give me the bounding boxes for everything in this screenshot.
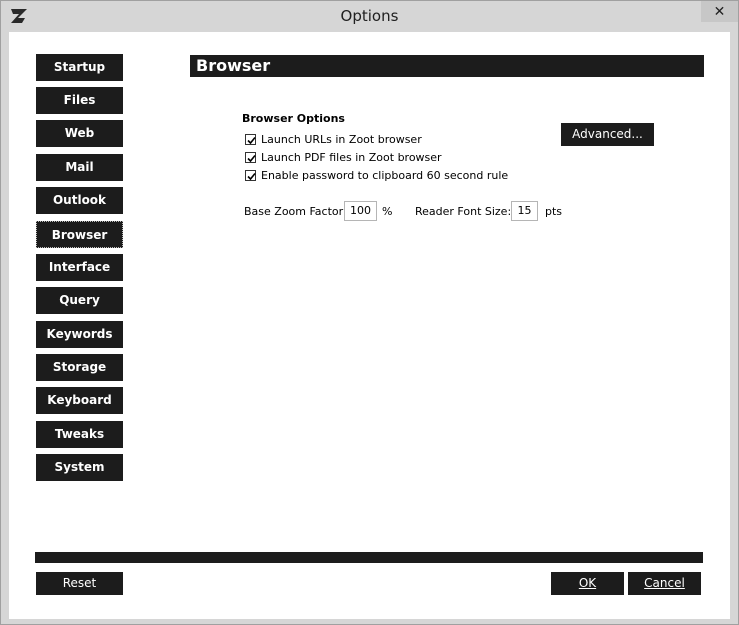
nav-keyboard-button[interactable]: Keyboard xyxy=(36,387,123,414)
client-area: Startup Files Web Mail Outlook Browser I… xyxy=(9,32,730,619)
font-size-input[interactable]: 15 xyxy=(511,201,538,221)
zoom-unit-label: % xyxy=(382,205,393,218)
font-unit-label: pts xyxy=(545,205,563,218)
password-clipboard-checkbox[interactable] xyxy=(245,170,256,181)
section-title: Browser xyxy=(190,55,704,77)
reset-button[interactable]: Reset xyxy=(36,572,123,595)
nav-browser-button[interactable]: Browser xyxy=(36,221,123,248)
zoom-factor-input[interactable]: 100 xyxy=(344,201,377,221)
password-clipboard-label: Enable password to clipboard 60 second r… xyxy=(261,169,509,182)
cancel-button[interactable]: Cancel xyxy=(628,572,701,595)
launch-urls-checkbox[interactable] xyxy=(245,134,256,145)
nav-system-button[interactable]: System xyxy=(36,454,123,481)
launch-pdf-label: Launch PDF files in Zoot browser xyxy=(261,151,442,164)
nav-interface-button[interactable]: Interface xyxy=(36,254,123,281)
nav-web-button[interactable]: Web xyxy=(36,120,123,147)
title-bar[interactable]: Options ✕ xyxy=(1,1,738,32)
nav-storage-button[interactable]: Storage xyxy=(36,354,123,381)
bottom-divider xyxy=(35,552,703,563)
launch-pdf-checkbox[interactable] xyxy=(245,152,256,163)
zoom-factor-label: Base Zoom Factor: xyxy=(244,205,347,218)
font-size-label: Reader Font Size: xyxy=(415,205,512,218)
window-title: Options xyxy=(340,7,399,25)
close-icon[interactable]: ✕ xyxy=(701,1,738,22)
nav-tweaks-button[interactable]: Tweaks xyxy=(36,421,123,448)
nav-outlook-button[interactable]: Outlook xyxy=(36,187,123,214)
nav-query-button[interactable]: Query xyxy=(36,287,123,314)
nav-files-button[interactable]: Files xyxy=(36,87,123,114)
nav-startup-button[interactable]: Startup xyxy=(36,54,123,81)
ok-button[interactable]: OK xyxy=(551,572,624,595)
options-window: Options ✕ Startup Files Web Mail Outlook… xyxy=(0,0,739,625)
checkmark-icon xyxy=(247,154,256,163)
checkmark-icon xyxy=(247,172,256,181)
browser-options-label: Browser Options xyxy=(242,112,345,125)
launch-urls-label: Launch URLs in Zoot browser xyxy=(261,133,422,146)
advanced-button[interactable]: Advanced... xyxy=(561,123,654,146)
checkmark-icon xyxy=(247,136,256,145)
nav-mail-button[interactable]: Mail xyxy=(36,154,123,181)
nav-keywords-button[interactable]: Keywords xyxy=(36,321,123,348)
